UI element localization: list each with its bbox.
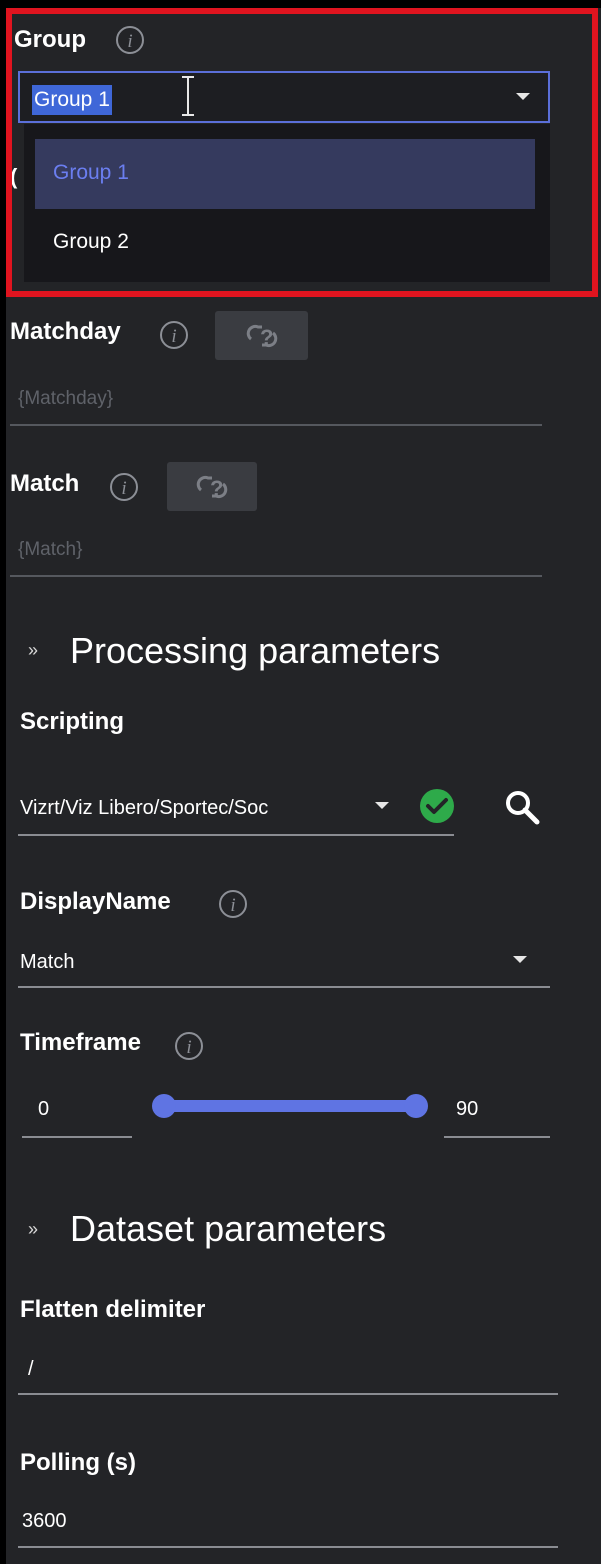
flatten-delimiter-input[interactable]: / [28, 1358, 34, 1381]
displayname-label: DisplayName [20, 888, 171, 915]
displayname-select[interactable]: Match [20, 951, 74, 974]
scripting-caret-icon [375, 802, 389, 809]
match-input[interactable]: {Match} [18, 539, 82, 561]
svg-text:?: ? [260, 325, 273, 350]
processing-collapse-chevron-icon[interactable]: » [28, 640, 38, 661]
highlight-frame [6, 8, 598, 297]
timeframe-info-icon[interactable]: i [175, 1032, 203, 1060]
dataset-section-title[interactable]: Dataset parameters [70, 1208, 386, 1250]
polling-underline [18, 1546, 558, 1548]
success-check-icon [420, 789, 454, 823]
timeframe-min-input[interactable]: 0 [38, 1098, 49, 1121]
timeframe-slider-track [162, 1100, 418, 1112]
broken-link-icon: ? [196, 475, 228, 501]
matchday-label: Matchday [10, 318, 121, 345]
polling-input[interactable]: 3600 [22, 1510, 67, 1533]
matchday-input-underline [10, 424, 542, 426]
timeframe-slider-high-handle[interactable] [404, 1094, 428, 1118]
timeframe-label: Timeframe [20, 1029, 141, 1056]
scripting-select[interactable]: Vizrt/Viz Libero/Sportec/Soc [20, 797, 268, 820]
matchday-input[interactable]: {Matchday} [18, 388, 113, 410]
dataset-collapse-chevron-icon[interactable]: » [28, 1219, 38, 1240]
displayname-caret-icon [513, 956, 527, 963]
processing-section-title[interactable]: Processing parameters [70, 630, 440, 672]
matchday-link-button[interactable]: ? [215, 311, 308, 360]
broken-link-icon: ? [246, 324, 278, 350]
top-edge [0, 0, 601, 8]
timeframe-max-underline [444, 1136, 550, 1138]
match-info-icon[interactable]: i [110, 473, 138, 501]
timeframe-min-underline [22, 1136, 132, 1138]
displayname-underline [18, 986, 550, 988]
timeframe-slider-low-handle[interactable] [152, 1094, 176, 1118]
scripting-underline [18, 834, 454, 836]
match-label: Match [10, 470, 80, 497]
matchday-info-icon[interactable]: i [160, 321, 188, 349]
match-input-underline [10, 575, 542, 577]
search-icon[interactable] [503, 788, 541, 826]
polling-label: Polling (s) [20, 1449, 136, 1476]
flatten-delimiter-label: Flatten delimiter [20, 1296, 206, 1323]
displayname-info-icon[interactable]: i [219, 890, 247, 918]
timeframe-max-input[interactable]: 90 [456, 1098, 478, 1121]
settings-panel: Group i Group 1 ( Group 1 Group 2 Matchd… [0, 0, 601, 1564]
timeframe-slider[interactable] [152, 1094, 428, 1118]
match-link-button[interactable]: ? [167, 462, 257, 511]
svg-text:?: ? [210, 476, 223, 501]
flatten-delimiter-underline [18, 1393, 558, 1395]
scripting-label: Scripting [20, 708, 125, 735]
